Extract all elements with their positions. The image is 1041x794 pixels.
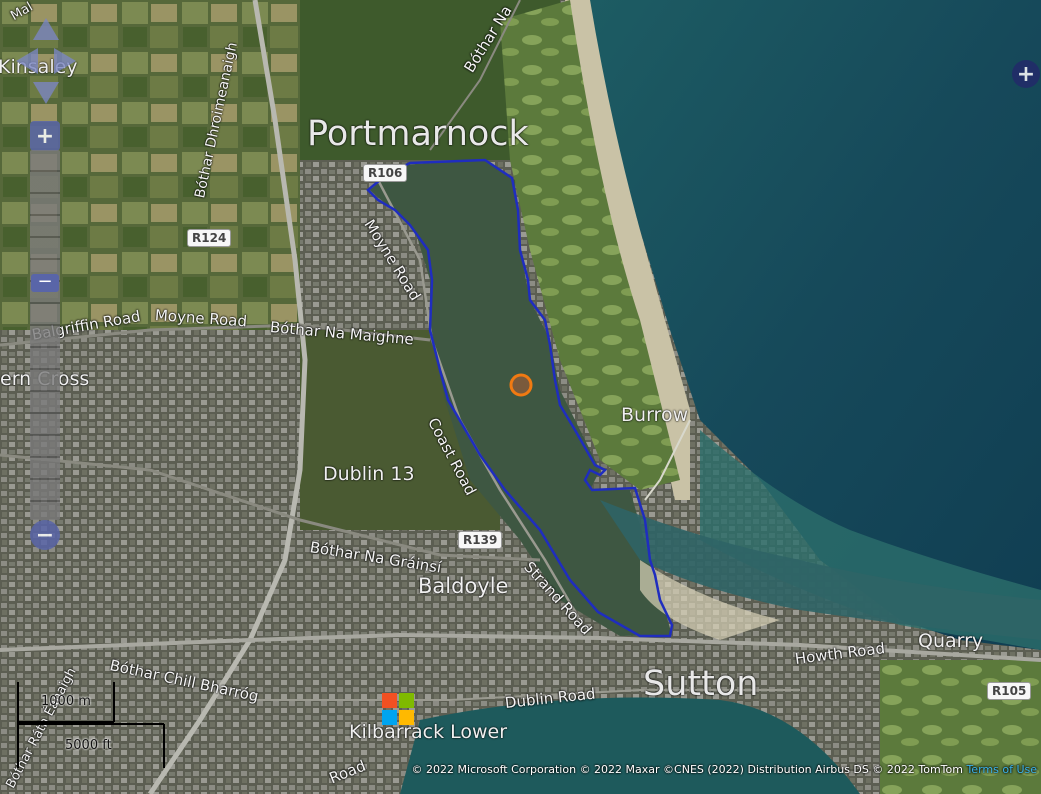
place-label-portmarnock: Portmarnock xyxy=(307,114,529,154)
place-label-kilbarrack-lower: Kilbarrack Lower xyxy=(349,721,508,743)
triangle-up-icon[interactable] xyxy=(33,18,59,40)
road-shield-r106: R106 xyxy=(363,164,408,182)
microsoft-logo-icon xyxy=(382,693,414,725)
triangle-down-icon[interactable] xyxy=(33,82,59,104)
place-label-quarry: Quarry xyxy=(918,630,984,652)
zoom-slider-track[interactable] xyxy=(30,150,60,520)
triangle-left-icon[interactable] xyxy=(16,48,38,74)
place-label-sutton: Sutton xyxy=(643,664,759,704)
place-label-baldoyle: Baldoyle xyxy=(418,574,509,598)
map-attribution: © 2022 Microsoft Corporation © 2022 Maxa… xyxy=(412,763,1037,776)
terms-of-use-link[interactable]: Terms of Use xyxy=(966,763,1037,776)
zoom-out-button[interactable]: − xyxy=(30,520,60,550)
zoom-in-button[interactable]: + xyxy=(30,121,60,151)
location-marker xyxy=(509,373,533,397)
attribution-text: © 2022 Microsoft Corporation © 2022 Maxa… xyxy=(411,763,963,776)
place-label-dublin-13: Dublin 13 xyxy=(323,463,415,485)
road-shield-r124: R124 xyxy=(187,229,232,247)
road-shield-r139: R139 xyxy=(458,531,503,549)
expand-button[interactable]: + xyxy=(1012,60,1040,88)
scale-metric-label: 1000 m xyxy=(41,694,91,709)
scale-imperial-label: 5000 ft xyxy=(65,738,112,753)
triangle-right-icon[interactable] xyxy=(54,48,76,74)
place-label-burrow: Burrow xyxy=(621,404,689,426)
road-shield-r105: R105 xyxy=(987,682,1032,700)
scale-bar: 1000 m 5000 ft xyxy=(17,682,177,772)
zoom-slider-thumb[interactable]: − xyxy=(31,273,59,292)
